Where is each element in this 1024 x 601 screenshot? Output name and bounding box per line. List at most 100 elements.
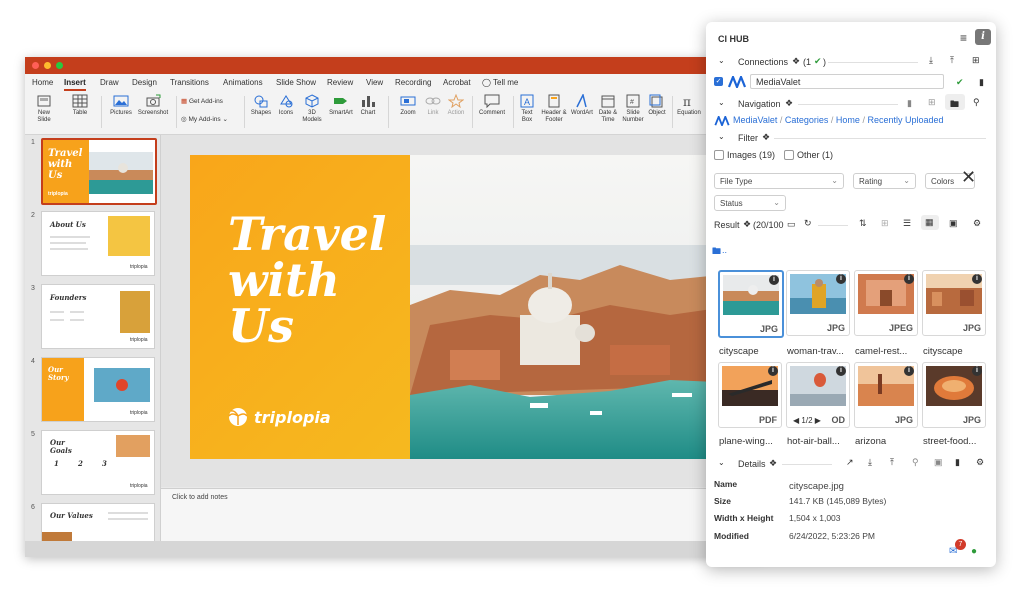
zoom-button[interactable]: Zoom — [395, 94, 421, 117]
detail-view-icon[interactable]: ▣ — [949, 218, 958, 229]
screenshot-button[interactable]: Screenshot — [136, 94, 170, 117]
upload-icon[interactable]: ⤒ — [890, 457, 894, 468]
chevron-down-icon[interactable]: ⌄ — [718, 458, 725, 467]
icons-button[interactable]: Icons — [275, 94, 297, 117]
slide-thumbnail-2[interactable]: About Us triplopia — [41, 211, 155, 276]
open-external-icon[interactable]: ↗ — [846, 457, 854, 468]
smartart-button[interactable]: SmartArt — [327, 94, 355, 117]
chevron-down-icon[interactable]: ⌄ — [718, 56, 725, 65]
info-icon[interactable]: i — [769, 275, 779, 285]
other-checkbox[interactable] — [784, 150, 794, 160]
header-footer-button[interactable]: Header & Footer — [539, 94, 569, 124]
slide-thumbnail-3[interactable]: Founders triplopia — [41, 284, 155, 349]
info-icon[interactable]: i — [904, 366, 914, 376]
tab-slide-show[interactable]: Slide Show — [276, 78, 316, 87]
main-slide-orange-panel[interactable]: Travel with Us triplopia — [190, 155, 410, 459]
chevron-down-icon[interactable]: ⌄ — [718, 98, 725, 107]
breadcrumb-item[interactable]: Home — [836, 115, 860, 125]
menu-icon[interactable]: ≡ — [960, 31, 967, 45]
asset-tile[interactable]: i JPG — [718, 270, 784, 338]
status-dropdown[interactable]: Status ⌄ — [714, 195, 786, 211]
caret-left-icon[interactable]: ◀ — [793, 416, 799, 425]
tab-recording[interactable]: Recording — [395, 78, 431, 87]
upload-icon[interactable]: ⤒ — [950, 55, 954, 66]
info-icon[interactable]: i — [836, 274, 846, 284]
wordart-button[interactable]: WordArt — [570, 94, 594, 117]
link-button[interactable]: Link — [423, 94, 443, 117]
file-type-dropdown[interactable]: File Type ⌄ — [714, 173, 844, 189]
info-icon[interactable]: i — [972, 274, 982, 284]
lock-icon[interactable]: ▣ — [934, 457, 943, 468]
gear-icon[interactable]: ⚙ — [976, 457, 984, 468]
slide-thumbnail-6[interactable]: Our Values — [41, 503, 155, 543]
3d-models-button[interactable]: 3D Models — [299, 94, 325, 124]
connection-name-field[interactable]: MediaValet — [750, 74, 944, 89]
trash-icon[interactable]: ▮ — [955, 457, 960, 468]
get-addins-button[interactable]: ▦ Get Add-ins — [181, 98, 237, 105]
breadcrumb-item[interactable]: Recently Uploaded — [867, 115, 943, 125]
tell-me-search[interactable]: ◯ Tell me — [482, 78, 518, 87]
images-checkbox[interactable] — [714, 150, 724, 160]
zoom-icon[interactable]: ⚲ — [912, 457, 919, 468]
refresh-icon[interactable]: ↻ — [804, 218, 812, 229]
trash-icon[interactable]: ▮ — [979, 77, 984, 88]
slide-thumbnail-5[interactable]: Our Goals 1 2 3 triplopia — [41, 430, 155, 495]
tab-animations[interactable]: Animations — [223, 78, 263, 87]
pictures-button[interactable]: Pictures — [108, 94, 134, 117]
chevron-down-icon[interactable]: ⌄ — [718, 132, 725, 141]
pager[interactable]: ◀ 1/2 ▶ — [793, 416, 821, 425]
add-icon[interactable]: ⊞ — [928, 97, 936, 108]
tab-insert[interactable]: Insert — [64, 78, 86, 91]
sync-icon[interactable]: ⇅ — [859, 218, 867, 229]
asset-tile[interactable]: i JPG — [922, 362, 986, 428]
connection-checkbox[interactable]: ✓ — [714, 77, 723, 86]
table-button[interactable]: Table — [68, 94, 92, 117]
caret-right-icon[interactable]: ▶ — [815, 416, 821, 425]
breadcrumb-item[interactable]: MediaValet — [733, 115, 777, 125]
object-button[interactable]: Object — [646, 94, 668, 117]
folder-up-link[interactable]: .. — [722, 245, 727, 255]
minimize-window-button[interactable] — [44, 62, 51, 69]
info-icon[interactable]: i — [836, 366, 846, 376]
info-icon[interactable]: i — [972, 366, 982, 376]
check-icon[interactable]: ✔ — [956, 77, 964, 88]
tab-view[interactable]: View — [366, 78, 383, 87]
tab-review[interactable]: Review — [327, 78, 353, 87]
slide-thumbnail-4[interactable]: Our Story triplopia — [41, 357, 155, 422]
text-box-button[interactable]: A Text Box — [517, 94, 537, 124]
info-icon[interactable]: i — [768, 366, 778, 376]
info-icon[interactable]: i — [904, 274, 914, 284]
list-view-icon[interactable]: ☰ — [903, 218, 911, 229]
breadcrumb-item[interactable]: Categories — [785, 115, 829, 125]
main-slide-title[interactable]: Travel with Us — [228, 211, 386, 349]
slide-number-button[interactable]: # Slide Number — [621, 94, 645, 124]
date-time-button[interactable]: Date & Time — [596, 94, 620, 124]
maximize-window-button[interactable] — [56, 62, 63, 69]
tab-home[interactable]: Home — [32, 78, 53, 87]
search-icon[interactable]: ⚲ — [973, 97, 980, 108]
tab-acrobat[interactable]: Acrobat — [443, 78, 471, 87]
main-slide-venice-image[interactable] — [410, 155, 740, 459]
user-icon[interactable]: ● — [971, 546, 977, 557]
tab-draw[interactable]: Draw — [100, 78, 119, 87]
close-window-button[interactable] — [32, 62, 39, 69]
equation-button[interactable]: π Equation — [675, 94, 703, 117]
action-button[interactable]: Action — [445, 94, 467, 117]
trash-icon[interactable]: ▮ — [907, 98, 912, 109]
comment-button[interactable]: Comment — [475, 94, 509, 117]
close-icon[interactable]: ✕ — [961, 167, 976, 188]
rating-dropdown[interactable]: Rating ⌄ — [853, 173, 916, 189]
asset-tile[interactable]: i JPG — [922, 270, 986, 336]
asset-tile[interactable]: i JPG — [786, 270, 850, 336]
download-icon[interactable]: ⤓ — [929, 55, 933, 66]
notes-pane[interactable]: Click to add notes — [161, 488, 765, 542]
info-icon[interactable]: i — [975, 29, 991, 45]
add-icon[interactable]: ⊞ — [972, 55, 980, 66]
gear-icon[interactable]: ⚙ — [973, 218, 981, 229]
asset-tile[interactable]: i PDF — [718, 362, 782, 428]
slide-thumbnail-1[interactable]: Travel with Us triplopia — [41, 138, 157, 205]
my-addins-button[interactable]: ◎ My Add-ins ⌄ — [181, 116, 241, 123]
add-icon[interactable]: ⊞ — [881, 218, 889, 229]
download-icon[interactable]: ⤓ — [868, 457, 872, 468]
asset-tile[interactable]: i JPG — [854, 362, 918, 428]
